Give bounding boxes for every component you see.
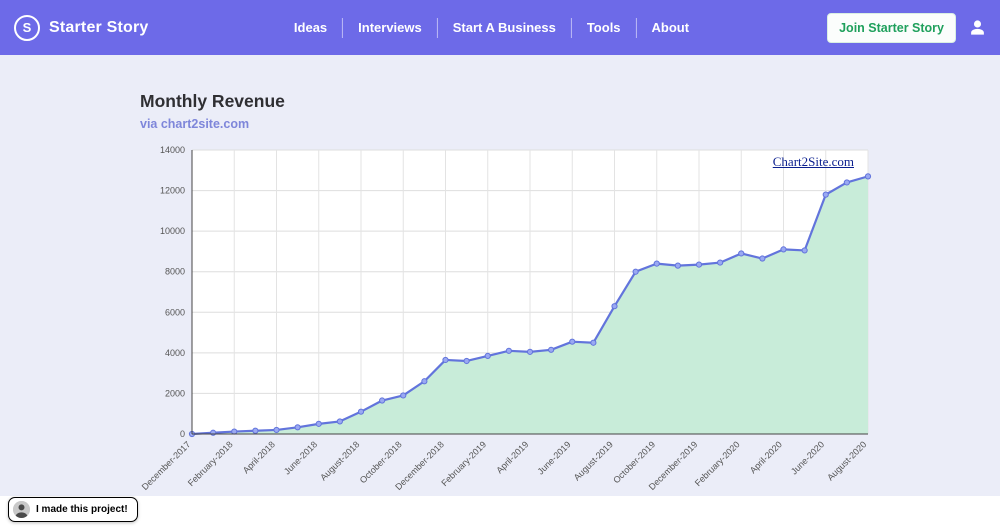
brand-logo-icon[interactable]: S <box>14 14 40 41</box>
svg-text:August-2020: August-2020 <box>825 439 868 482</box>
chart-source-link[interactable]: via chart2site.com <box>140 117 888 131</box>
revenue-area-chart: 0 2000 4000 6000 8000 10000 12000 14000 December… <box>140 138 888 503</box>
svg-text:April-2019: April-2019 <box>494 439 530 475</box>
svg-text:August-2018: August-2018 <box>318 439 361 482</box>
project-badge-label: I made this project! <box>36 504 128 515</box>
svg-text:April-2020: April-2020 <box>748 439 784 475</box>
svg-text:2000: 2000 <box>165 388 185 398</box>
svg-text:April-2018: April-2018 <box>241 439 277 475</box>
svg-text:10000: 10000 <box>160 226 185 236</box>
svg-text:October-2019: October-2019 <box>611 439 657 485</box>
watermark-link[interactable]: Chart2Site.com <box>773 154 854 170</box>
navbar-right: Join Starter Story <box>827 12 986 43</box>
chart-section: Monthly Revenue via chart2site.com 0 2000… <box>140 55 888 503</box>
project-badge[interactable]: I made this project! <box>8 497 138 522</box>
svg-text:June-2018: June-2018 <box>282 439 319 476</box>
top-navbar: S Starter Story Ideas Interviews Start A… <box>0 0 1000 55</box>
chart-title: Monthly Revenue <box>140 91 285 111</box>
svg-text:February-2018: February-2018 <box>186 439 235 488</box>
main-nav: Ideas Interviews Start A Business Tools … <box>279 0 704 55</box>
brand[interactable]: S Starter Story <box>14 14 149 41</box>
nav-item-interviews[interactable]: Interviews <box>342 17 437 38</box>
svg-text:August-2019: August-2019 <box>572 439 615 482</box>
main-content: Monthly Revenue via chart2site.com 0 2000… <box>0 55 1000 496</box>
svg-text:October-2018: October-2018 <box>358 439 404 485</box>
nav-item-tools[interactable]: Tools <box>570 17 636 38</box>
svg-text:6000: 6000 <box>165 307 185 317</box>
nav-item-ideas[interactable]: Ideas <box>279 18 342 38</box>
maker-avatar <box>13 501 30 518</box>
join-button[interactable]: Join Starter Story <box>827 12 956 43</box>
brand-name[interactable]: Starter Story <box>49 19 149 37</box>
svg-text:December-2017: December-2017 <box>140 439 192 492</box>
svg-text:June-2019: June-2019 <box>536 439 573 476</box>
svg-text:February-2019: February-2019 <box>439 439 488 488</box>
svg-text:February-2020: February-2020 <box>693 439 742 488</box>
svg-text:14000: 14000 <box>160 145 185 155</box>
nav-item-start-a-business[interactable]: Start A Business <box>436 17 571 38</box>
svg-text:June-2020: June-2020 <box>789 439 826 476</box>
user-account-icon[interactable] <box>969 19 986 36</box>
svg-text:4000: 4000 <box>165 348 185 358</box>
svg-text:8000: 8000 <box>165 267 185 277</box>
nav-item-about[interactable]: About <box>635 17 705 38</box>
chart-canvas: 0 2000 4000 6000 8000 10000 12000 14000 December… <box>140 138 888 503</box>
svg-text:0: 0 <box>180 429 185 439</box>
svg-text:12000: 12000 <box>160 186 185 196</box>
